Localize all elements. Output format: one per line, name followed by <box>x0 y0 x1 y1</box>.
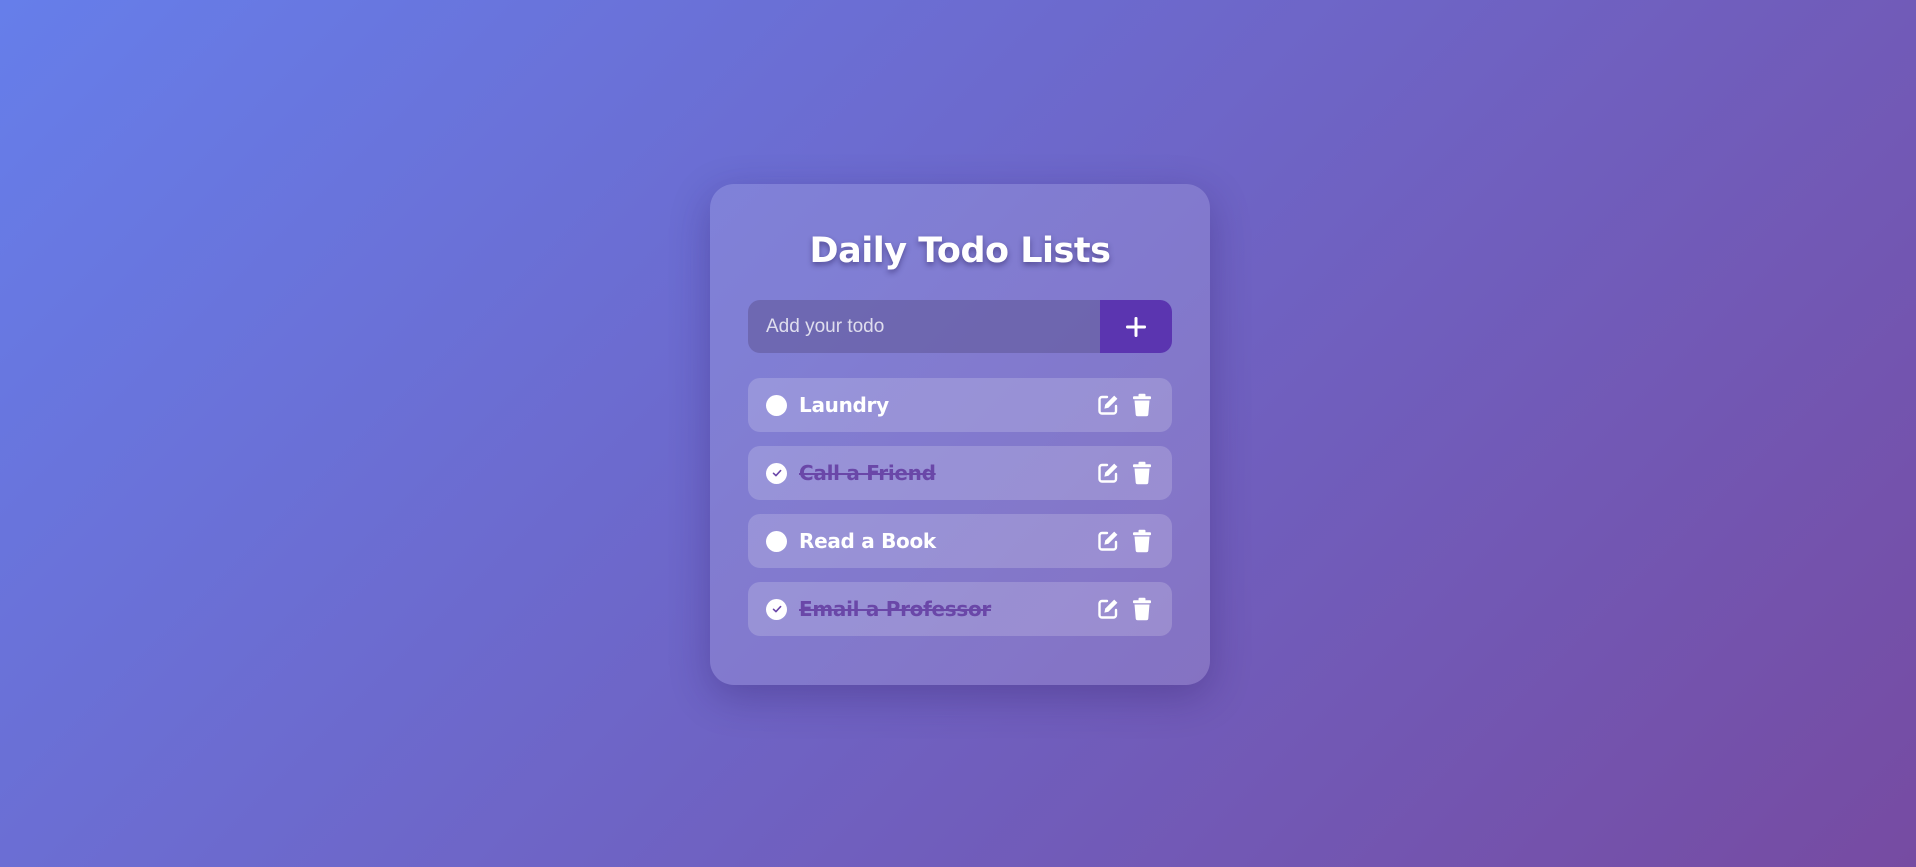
page-title: Daily Todo Lists <box>809 231 1111 271</box>
edit-icon[interactable] <box>1096 596 1120 622</box>
todo-checkbox[interactable] <box>766 530 787 552</box>
edit-icon[interactable] <box>1096 392 1120 418</box>
add-todo-button[interactable] <box>1100 300 1172 353</box>
plus-icon <box>1126 316 1146 337</box>
todo-item: Read a Book <box>748 514 1172 568</box>
add-todo-form <box>748 300 1172 353</box>
edit-icon[interactable] <box>1096 460 1120 486</box>
edit-icon[interactable] <box>1096 528 1120 554</box>
check-icon <box>772 469 781 477</box>
todo-label: Email a Professor <box>799 597 991 621</box>
trash-icon[interactable] <box>1130 392 1154 418</box>
check-icon <box>772 605 781 613</box>
todo-label: Read a Book <box>799 529 936 553</box>
todo-checkbox[interactable] <box>766 598 787 620</box>
todo-item: Laundry <box>748 378 1172 432</box>
todo-checkbox[interactable] <box>766 394 787 416</box>
trash-icon[interactable] <box>1130 460 1154 486</box>
trash-icon[interactable] <box>1130 528 1154 554</box>
todo-checkbox[interactable] <box>766 462 787 484</box>
trash-icon[interactable] <box>1130 596 1154 622</box>
todo-label: Laundry <box>799 393 889 417</box>
todo-item: Call a Friend <box>748 446 1172 500</box>
todo-card: Daily Todo Lists Laundry <box>710 184 1210 685</box>
todo-list: Laundry Call a Friend Read a Book Email … <box>748 378 1172 636</box>
todo-input[interactable] <box>748 300 1100 353</box>
todo-item: Email a Professor <box>748 582 1172 636</box>
todo-label: Call a Friend <box>799 461 936 485</box>
